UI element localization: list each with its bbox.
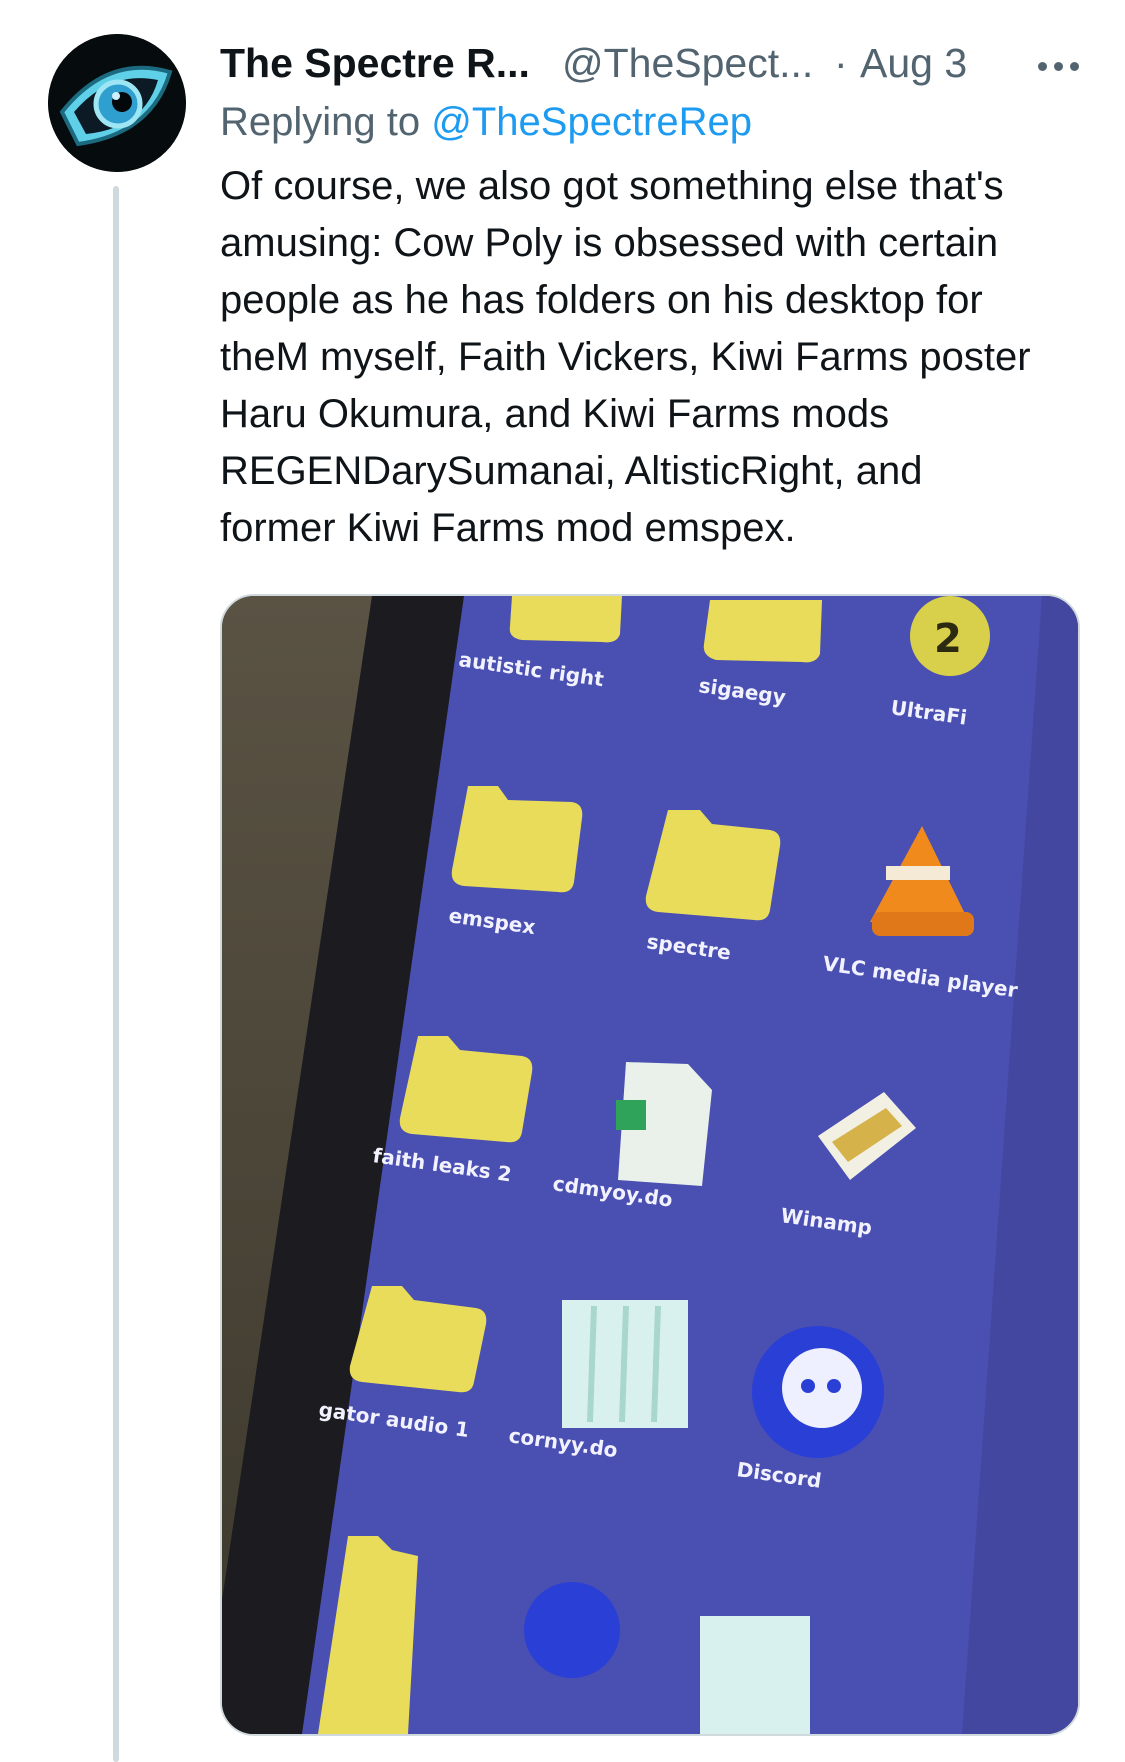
user-handle[interactable]: @TheSpect... xyxy=(562,40,813,87)
tweet-header: The Spectre R... @TheSpect... · Aug 3 xyxy=(220,36,1100,92)
replying-prefix: Replying to xyxy=(220,100,432,144)
ultrafi-icon: 2 xyxy=(910,596,990,676)
app-icon xyxy=(524,1582,620,1678)
document-file-icon xyxy=(562,1300,688,1428)
more-options-button[interactable] xyxy=(1030,46,1086,86)
folder-icon xyxy=(451,786,583,893)
file-icon xyxy=(700,1616,810,1734)
thread-line xyxy=(113,186,119,1762)
folder-icon xyxy=(703,600,822,663)
separator-dot: · xyxy=(834,40,848,86)
tweet-text: Of course, we also got something else th… xyxy=(220,164,1031,550)
svg-text:2: 2 xyxy=(934,616,962,662)
folder-icon xyxy=(509,596,622,643)
replying-mention-link[interactable]: @TheSpectreRep xyxy=(431,100,752,144)
timestamp[interactable]: Aug 3 xyxy=(860,40,967,87)
more-dot-icon xyxy=(1053,61,1063,71)
more-dot-icon xyxy=(1037,61,1047,71)
discord-icon xyxy=(752,1326,884,1458)
more-dot-icon xyxy=(1069,61,1079,71)
excel-file-icon xyxy=(616,1062,712,1186)
desktop-photo: 2 autistic right sigaegy UltraFi emspex … xyxy=(222,596,1078,1734)
replying-to: Replying to @TheSpectreRep xyxy=(220,100,752,145)
tweet-image[interactable]: 2 autistic right sigaegy UltraFi emspex … xyxy=(220,594,1080,1736)
eye-logo-icon xyxy=(48,34,186,172)
avatar[interactable] xyxy=(48,34,186,172)
tweet[interactable]: The Spectre R... @TheSpect... · Aug 3 Re… xyxy=(0,0,1125,1762)
display-name[interactable]: The Spectre R... xyxy=(220,40,530,87)
